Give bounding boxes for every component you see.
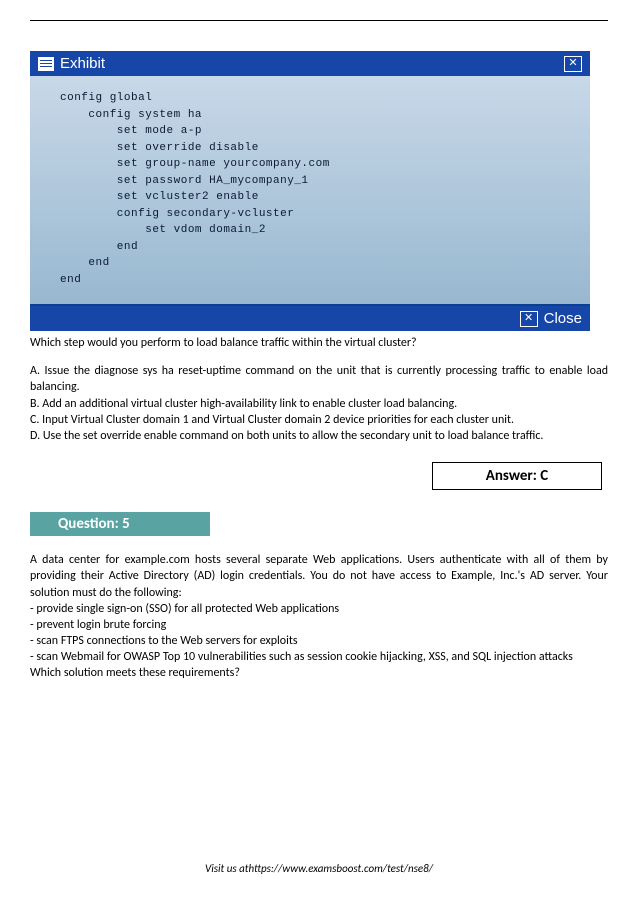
close-label: Close: [544, 310, 582, 327]
footer-link: Visit us athttps://www.examsboost.com/te…: [0, 862, 638, 875]
q5-block: A data center for example.com hosts seve…: [30, 552, 608, 682]
q4-stem: Which step would you perform to load bal…: [30, 335, 608, 351]
q5-intro: A data center for example.com hosts seve…: [30, 552, 608, 601]
exhibit-code: config global config system ha set mode …: [30, 76, 590, 306]
answer-box: Answer: C: [432, 462, 602, 490]
q5-req1: - provide single sign-on (SSO) for all p…: [30, 601, 608, 617]
exhibit-title: Exhibit: [60, 55, 105, 72]
q5-req4: - scan Webmail for OWASP Top 10 vulnerab…: [30, 649, 608, 665]
top-divider: [30, 20, 608, 21]
close-x-icon-footer[interactable]: ✕: [520, 311, 538, 327]
q4-option-d: D. Use the set override enable command o…: [30, 428, 608, 444]
exhibit-titlebar: Exhibit ✕: [30, 51, 590, 76]
q4-option-a: A. Issue the diagnose sys ha reset-uptim…: [30, 363, 608, 395]
document-icon: [38, 57, 54, 71]
exhibit-footer: ✕ Close: [30, 306, 590, 331]
q5-final: Which solution meets these requirements?: [30, 665, 608, 681]
question-5-label: Question: 5: [30, 512, 210, 536]
q4-block: Which step would you perform to load bal…: [30, 335, 608, 444]
q5-req3: - scan FTPS connections to the Web serve…: [30, 633, 608, 649]
q4-option-c: C. Input Virtual Cluster domain 1 and Vi…: [30, 412, 608, 428]
q4-option-b: B. Add an additional virtual cluster hig…: [30, 396, 608, 412]
q5-req2: - prevent login brute forcing: [30, 617, 608, 633]
exhibit-window: Exhibit ✕ config global config system ha…: [30, 51, 590, 331]
close-x-icon[interactable]: ✕: [564, 56, 582, 72]
